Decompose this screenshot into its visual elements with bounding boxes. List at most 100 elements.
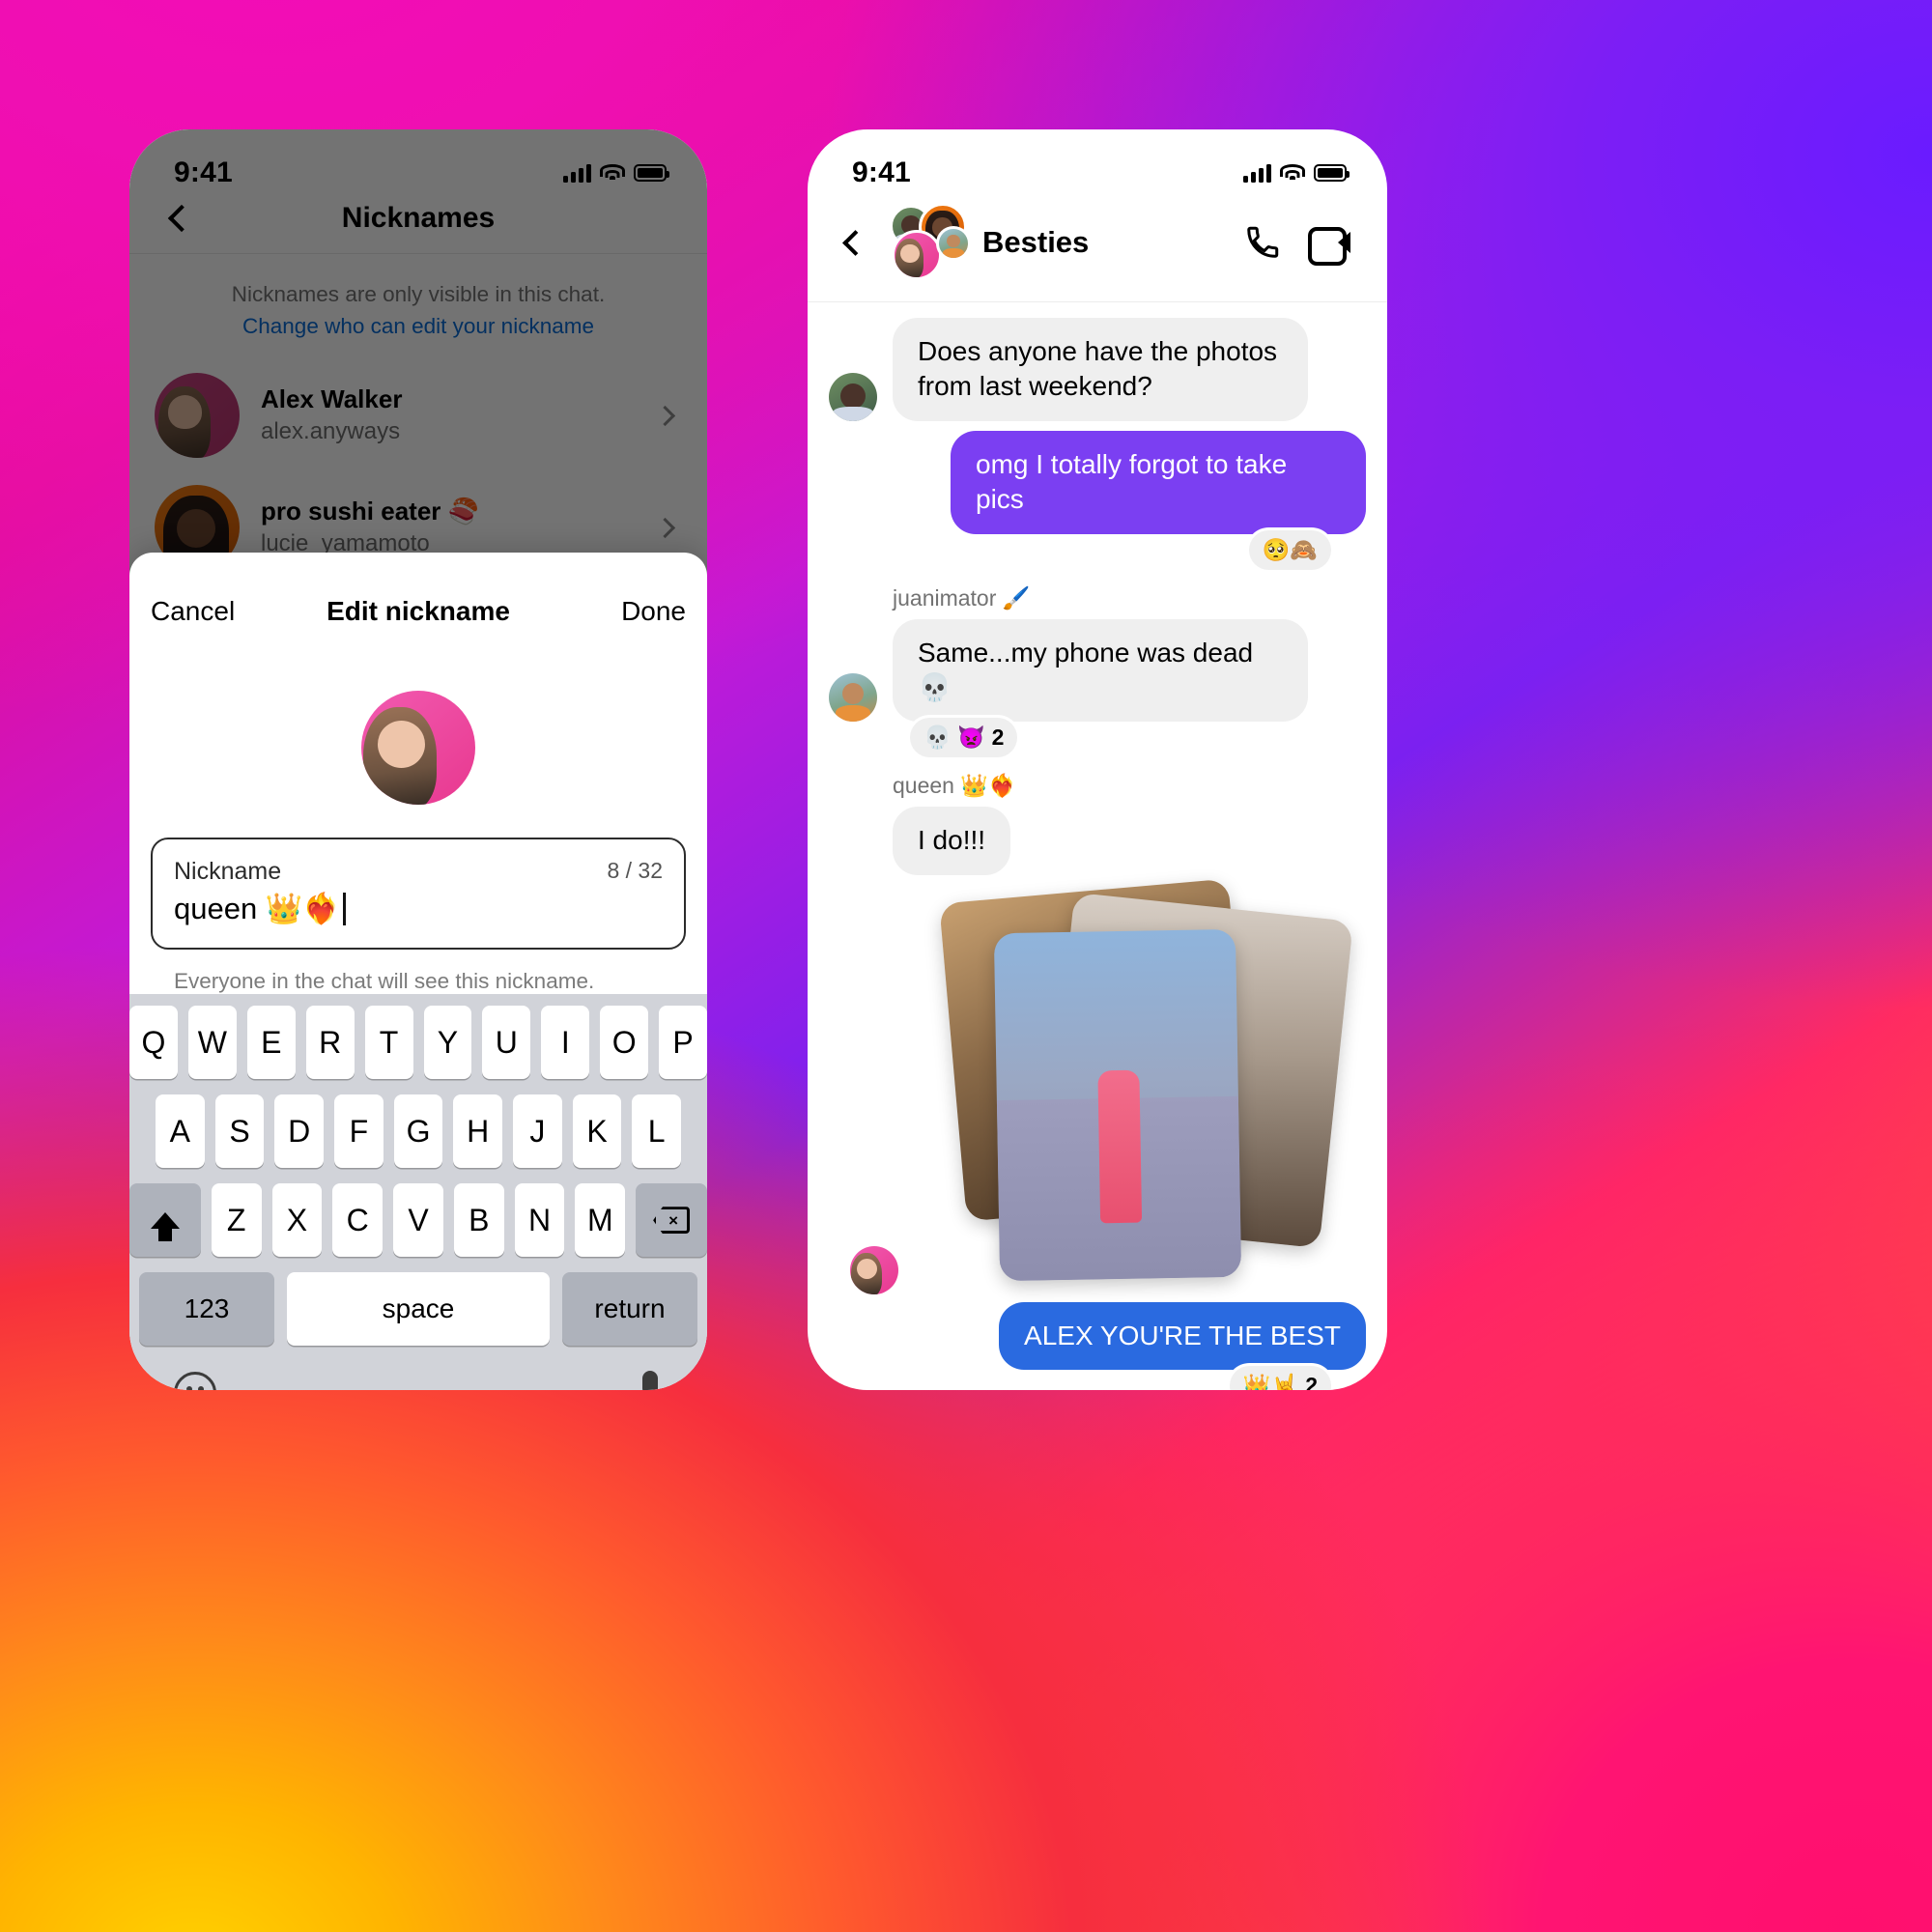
key-u[interactable]: U xyxy=(482,1006,531,1080)
message-bubble[interactable]: I do!!! xyxy=(893,807,1011,875)
battery-icon xyxy=(634,164,669,182)
emoji-smiley-icon[interactable] xyxy=(174,1372,216,1390)
reaction-row: 🥺🙈 xyxy=(829,529,1366,570)
wifi-icon xyxy=(600,163,625,183)
phone-right: 9:41 Besties Does anyone have the photos… xyxy=(808,129,1387,1390)
key-d[interactable]: D xyxy=(274,1094,324,1169)
message-list: Does anyone have the photos from last we… xyxy=(808,302,1387,1390)
key-m[interactable]: M xyxy=(575,1183,626,1258)
message-row: Same...my phone was dead 💀 xyxy=(829,618,1366,723)
keyboard-row-2: A S D F G H J K L xyxy=(129,1094,707,1169)
key-h[interactable]: H xyxy=(453,1094,503,1169)
done-button[interactable]: Done xyxy=(621,596,686,627)
message-bubble[interactable]: Does anyone have the photos from last we… xyxy=(893,318,1308,421)
text-caret xyxy=(343,892,346,925)
chat-header: Besties xyxy=(808,201,1387,301)
avatar xyxy=(936,226,971,261)
avatar xyxy=(829,372,877,421)
key-y[interactable]: Y xyxy=(423,1006,472,1080)
key-s[interactable]: S xyxy=(214,1094,265,1169)
reaction-count: 2 xyxy=(991,724,1005,751)
cellular-signal-icon xyxy=(563,163,591,183)
key-w[interactable]: W xyxy=(187,1006,237,1080)
key-x[interactable]: X xyxy=(271,1183,323,1258)
sheet-header: Cancel Edit nickname Done xyxy=(129,569,707,652)
reaction-emoji: 👑🤘 xyxy=(1242,1373,1299,1390)
shift-arrow-icon xyxy=(150,1211,180,1241)
key-t[interactable]: T xyxy=(364,1006,413,1080)
message-bubble[interactable]: Same...my phone was dead 💀 xyxy=(893,618,1308,723)
nickname-input[interactable]: Nickname 8 / 32 queen 👑❤️‍🔥 xyxy=(151,838,686,951)
wifi-icon xyxy=(1280,163,1305,183)
reaction-pill[interactable]: 💀 👿 2 xyxy=(910,718,1018,758)
photo-thumbnail[interactable] xyxy=(993,928,1242,1281)
avatar xyxy=(829,673,877,723)
reaction-pill[interactable]: 👑🤘 2 xyxy=(1229,1366,1331,1390)
nickname-field-wrap: Nickname 8 / 32 queen 👑❤️‍🔥 Everyone in … xyxy=(129,838,707,994)
status-bar-right: 9:41 xyxy=(808,129,1387,201)
reaction-row: 👑🤘 2 xyxy=(829,1366,1366,1390)
keyboard-bottom-row xyxy=(129,1361,707,1390)
chevron-left-icon[interactable] xyxy=(842,229,868,256)
message-bubble[interactable]: omg I totally forgot to take pics xyxy=(951,430,1366,534)
key-e[interactable]: E xyxy=(246,1006,296,1080)
avatar xyxy=(850,1245,898,1294)
keyboard-row-3: Z X C V B N M × xyxy=(129,1183,707,1258)
phone-left: 9:41 Nicknames Nicknames are only visibl… xyxy=(129,129,707,1390)
status-clock: 9:41 xyxy=(174,156,233,188)
key-c[interactable]: C xyxy=(332,1183,384,1258)
reaction-row: 💀 👿 2 xyxy=(829,718,1366,758)
key-b[interactable]: B xyxy=(453,1183,504,1258)
key-f[interactable]: F xyxy=(334,1094,384,1169)
left-screen: 9:41 Nicknames Nicknames are only visibl… xyxy=(129,129,707,1390)
cellular-signal-icon xyxy=(1243,163,1271,183)
backspace-key[interactable]: × xyxy=(636,1183,707,1258)
reaction-pill[interactable]: 🥺🙈 xyxy=(1248,529,1331,570)
message-sender-name: juanimator 🖌️ xyxy=(893,584,1031,611)
video-camera-icon[interactable] xyxy=(1308,227,1350,266)
key-a[interactable]: A xyxy=(155,1094,205,1169)
message-sender-name: queen 👑❤️‍🔥 xyxy=(893,773,1016,799)
status-clock: 9:41 xyxy=(852,156,911,188)
microphone-icon[interactable] xyxy=(638,1371,663,1390)
return-key[interactable]: return xyxy=(562,1272,697,1347)
message-row: Does anyone have the photos from last we… xyxy=(829,318,1366,421)
nickname-input-label: Nickname xyxy=(174,858,282,885)
key-v[interactable]: V xyxy=(393,1183,443,1258)
message-row: ALEX YOU'RE THE BEST xyxy=(829,1301,1366,1371)
space-key[interactable]: space xyxy=(287,1272,550,1347)
backspace-icon: × xyxy=(653,1207,690,1234)
nickname-input-value: queen 👑❤️‍🔥 xyxy=(174,892,341,926)
battery-icon xyxy=(1314,164,1350,182)
message-row-photos xyxy=(829,878,1366,1306)
key-i[interactable]: I xyxy=(541,1006,590,1080)
avatar xyxy=(892,230,942,280)
key-l[interactable]: L xyxy=(632,1094,682,1169)
cancel-button[interactable]: Cancel xyxy=(151,596,235,627)
key-z[interactable]: Z xyxy=(211,1183,262,1258)
key-g[interactable]: G xyxy=(393,1094,443,1169)
status-bar-left: 9:41 xyxy=(129,129,707,201)
shift-key[interactable] xyxy=(129,1183,201,1258)
key-k[interactable]: K xyxy=(572,1094,622,1169)
key-q[interactable]: Q xyxy=(129,1006,178,1080)
status-indicators xyxy=(1243,163,1350,183)
reaction-count: 2 xyxy=(1305,1373,1318,1390)
right-screen: 9:41 Besties Does anyone have the photos… xyxy=(808,129,1387,1390)
on-screen-keyboard: Q W E R T Y U I O P A S D F G H J K L Z … xyxy=(129,994,707,1390)
edit-nickname-sheet: Cancel Edit nickname Done Nickname 8 / 3… xyxy=(129,553,707,1390)
key-p[interactable]: P xyxy=(659,1006,707,1080)
phone-icon[interactable] xyxy=(1244,224,1281,261)
key-n[interactable]: N xyxy=(514,1183,565,1258)
key-r[interactable]: R xyxy=(305,1006,355,1080)
numbers-key[interactable]: 123 xyxy=(139,1272,274,1347)
chat-header-actions xyxy=(1244,224,1350,266)
key-o[interactable]: O xyxy=(600,1006,649,1080)
reaction-emoji: 🥺🙈 xyxy=(1262,536,1318,562)
message-bubble[interactable]: ALEX YOU'RE THE BEST xyxy=(999,1301,1366,1371)
nickname-help-text: Everyone in the chat will see this nickn… xyxy=(174,969,595,994)
reaction-emoji: 💀 👿 xyxy=(923,724,985,751)
group-avatar[interactable] xyxy=(882,203,971,280)
key-j[interactable]: J xyxy=(513,1094,562,1169)
avatar xyxy=(361,691,475,805)
